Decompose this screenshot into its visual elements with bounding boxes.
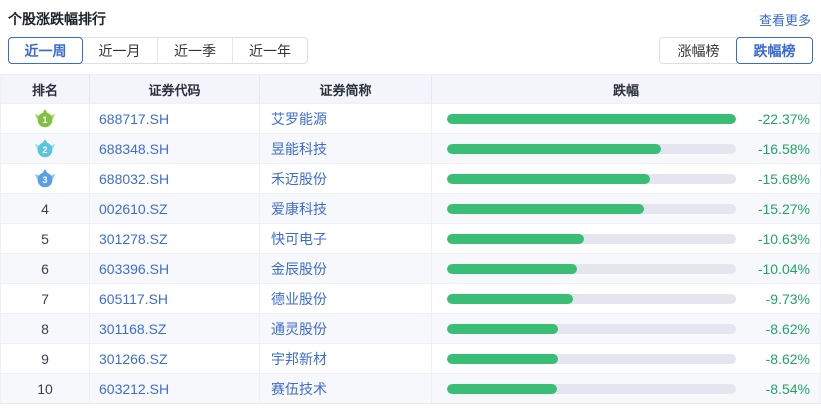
stock-name[interactable]: 金辰股份 bbox=[259, 254, 431, 283]
stock-code[interactable]: 605117.SH bbox=[89, 284, 259, 313]
tab-gainers-board[interactable]: 涨幅榜 bbox=[660, 38, 737, 63]
period-tab-group: 近一周 近一月 近一季 近一年 bbox=[8, 37, 308, 64]
stock-name[interactable]: 德业股份 bbox=[259, 284, 431, 313]
stock-name[interactable]: 宇邦新材 bbox=[259, 344, 431, 373]
change-percent: -16.58% bbox=[736, 141, 810, 157]
stock-name[interactable]: 艾罗能源 bbox=[259, 104, 431, 133]
change-percent: -9.73% bbox=[736, 291, 810, 307]
tab-losers-board[interactable]: 跌幅榜 bbox=[736, 37, 813, 64]
change-bar bbox=[447, 144, 661, 154]
ranking-table: 排名 证券代码 证券简称 跌幅 1 688717.SH 艾罗能源 -22.37 bbox=[0, 74, 821, 404]
table-row[interactable]: 3 688032.SH 禾迈股份 -15.68% bbox=[1, 163, 820, 193]
stock-ranking-widget: 个股涨跌幅排行 查看更多 近一周 近一月 近一季 近一年 涨幅榜 跌幅榜 排名 … bbox=[0, 0, 821, 415]
tab-period-quarter[interactable]: 近一季 bbox=[157, 38, 232, 63]
col-header-rank: 排名 bbox=[1, 75, 89, 103]
change-bar-track bbox=[447, 384, 736, 394]
change-percent: -8.62% bbox=[736, 321, 810, 337]
stock-name[interactable]: 爱康科技 bbox=[259, 194, 431, 223]
stock-code[interactable]: 002610.SZ bbox=[89, 194, 259, 223]
stock-name[interactable]: 快可电子 bbox=[259, 224, 431, 253]
change-bar bbox=[447, 324, 558, 334]
change-bar-track bbox=[447, 324, 736, 334]
rank-number: 4 bbox=[1, 194, 89, 223]
change-percent: -15.27% bbox=[736, 201, 810, 217]
col-header-code: 证券代码 bbox=[89, 75, 259, 103]
stock-code[interactable]: 603396.SH bbox=[89, 254, 259, 283]
table-row[interactable]: 1 688717.SH 艾罗能源 -22.37% bbox=[1, 103, 820, 133]
change-bar bbox=[447, 174, 650, 184]
table-row[interactable]: 8 301168.SZ 通灵股份 -8.62% bbox=[1, 313, 820, 343]
change-percent: -15.68% bbox=[736, 171, 810, 187]
rank-number: 5 bbox=[1, 224, 89, 253]
page-title: 个股涨跌幅排行 bbox=[8, 9, 106, 29]
table-row[interactable]: 4 002610.SZ 爱康科技 -15.27% bbox=[1, 193, 820, 223]
rank-2-medal-icon: 2 bbox=[33, 139, 57, 158]
change-percent: -10.63% bbox=[736, 231, 810, 247]
rank-3-medal-icon: 3 bbox=[33, 169, 57, 188]
stock-code[interactable]: 301266.SZ bbox=[89, 344, 259, 373]
change-percent: -22.37% bbox=[736, 111, 810, 127]
change-percent: -10.04% bbox=[736, 261, 810, 277]
rank-1-medal-icon: 1 bbox=[33, 109, 57, 128]
col-header-name: 证券简称 bbox=[259, 75, 431, 103]
rank-number: 6 bbox=[1, 254, 89, 283]
stock-name[interactable]: 通灵股份 bbox=[259, 314, 431, 343]
view-more-link[interactable]: 查看更多 bbox=[759, 10, 811, 29]
stock-name[interactable]: 赛伍技术 bbox=[259, 374, 431, 403]
col-header-change: 跌幅 bbox=[431, 75, 820, 103]
change-bar-track bbox=[447, 114, 736, 124]
stock-code[interactable]: 688717.SH bbox=[89, 104, 259, 133]
table-row[interactable]: 9 301266.SZ 宇邦新材 -8.62% bbox=[1, 343, 820, 373]
stock-code[interactable]: 688348.SH bbox=[89, 134, 259, 163]
svg-text:1: 1 bbox=[42, 115, 47, 125]
change-bar bbox=[447, 204, 644, 214]
stock-name[interactable]: 昱能科技 bbox=[259, 134, 431, 163]
change-bar-track bbox=[447, 174, 736, 184]
table-body: 1 688717.SH 艾罗能源 -22.37% 2 bbox=[1, 103, 820, 403]
table-row[interactable]: 5 301278.SZ 快可电子 -10.63% bbox=[1, 223, 820, 253]
stock-name[interactable]: 禾迈股份 bbox=[259, 164, 431, 193]
table-row[interactable]: 7 605117.SH 德业股份 -9.73% bbox=[1, 283, 820, 313]
table-row[interactable]: 6 603396.SH 金辰股份 -10.04% bbox=[1, 253, 820, 283]
change-bar bbox=[447, 294, 573, 304]
change-bar bbox=[447, 114, 736, 124]
board-tab-group: 涨幅榜 跌幅榜 bbox=[659, 37, 813, 64]
tab-period-year[interactable]: 近一年 bbox=[232, 38, 307, 63]
rank-number: 7 bbox=[1, 284, 89, 313]
stock-code[interactable]: 603212.SH bbox=[89, 374, 259, 403]
table-row[interactable]: 10 603212.SH 赛伍技术 -8.54% bbox=[1, 373, 820, 403]
stock-code[interactable]: 688032.SH bbox=[89, 164, 259, 193]
widget-header: 个股涨跌幅排行 查看更多 bbox=[0, 0, 821, 34]
change-bar-track bbox=[447, 144, 736, 154]
tab-period-month[interactable]: 近一月 bbox=[82, 38, 157, 63]
rank-number: 9 bbox=[1, 344, 89, 373]
controls-row: 近一周 近一月 近一季 近一年 涨幅榜 跌幅榜 bbox=[0, 34, 821, 74]
rank-number: 8 bbox=[1, 314, 89, 343]
rank-number: 10 bbox=[1, 374, 89, 403]
change-bar bbox=[447, 264, 577, 274]
table-row[interactable]: 2 688348.SH 昱能科技 -16.58% bbox=[1, 133, 820, 163]
svg-text:2: 2 bbox=[42, 145, 47, 155]
change-percent: -8.62% bbox=[736, 351, 810, 367]
change-bar-track bbox=[447, 264, 736, 274]
tab-period-week[interactable]: 近一周 bbox=[8, 37, 83, 64]
stock-code[interactable]: 301168.SZ bbox=[89, 314, 259, 343]
change-bar bbox=[447, 384, 557, 394]
change-bar-track bbox=[447, 234, 736, 244]
change-bar-track bbox=[447, 354, 736, 364]
stock-code[interactable]: 301278.SZ bbox=[89, 224, 259, 253]
svg-text:3: 3 bbox=[42, 175, 47, 185]
change-bar bbox=[447, 234, 584, 244]
change-bar-track bbox=[447, 204, 736, 214]
table-header-row: 排名 证券代码 证券简称 跌幅 bbox=[1, 75, 820, 103]
change-bar-track bbox=[447, 294, 736, 304]
change-bar bbox=[447, 354, 558, 364]
change-percent: -8.54% bbox=[736, 381, 810, 397]
